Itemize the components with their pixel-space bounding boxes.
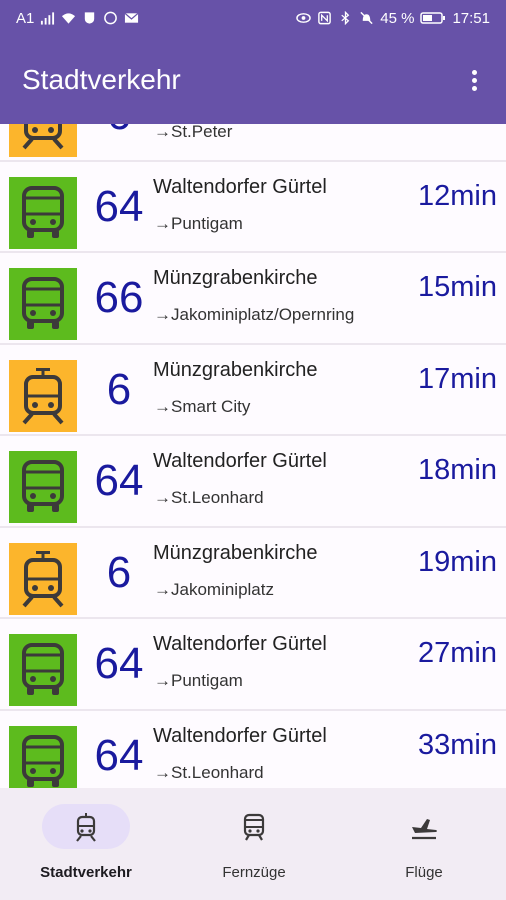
carrier-label: A1 — [16, 9, 35, 27]
eye-icon — [296, 13, 312, 23]
line-number: 6 — [106, 547, 132, 597]
departure-row[interactable]: 66 Münzgrabenkirche →Jakominiplatz/Opern… — [0, 253, 506, 345]
minutes-until-departure: 19min — [418, 545, 497, 578]
more-vert-icon[interactable] — [464, 65, 484, 95]
departure-row[interactable]: 6 Münzgrabenkirche →Jakominiplatz 19min — [0, 527, 506, 619]
battery-icon — [420, 12, 446, 24]
clock: 17:51 — [452, 9, 490, 27]
nav-item-fernzüge[interactable]: Fernzüge — [170, 788, 338, 900]
direction-label: →Puntigam — [154, 671, 243, 690]
nav-indicator — [380, 804, 468, 849]
line-number: 64 — [94, 456, 144, 505]
wifi-icon — [62, 13, 76, 24]
departure-row[interactable]: 6 Münzgrabenkirche →Smart City 17min — [0, 344, 506, 436]
tram-icon — [18, 124, 68, 150]
bus-icon — [18, 458, 68, 516]
direction-label: →Smart City — [154, 396, 251, 416]
battery-percent: 45 % — [380, 9, 415, 27]
nav-item-stadtverkehr[interactable]: Stadtverkehr — [2, 788, 170, 900]
bluetooth-icon — [341, 11, 350, 25]
destination-stop: Waltendorfer Gürtel — [153, 633, 327, 655]
page-title: Stadtverkehr — [22, 64, 181, 95]
train-icon — [242, 813, 266, 841]
destination-stop: Münzgrabenkirche — [153, 267, 318, 289]
nav-label: Stadtverkehr — [40, 864, 132, 881]
tram-badge — [9, 359, 77, 432]
destination-stop: Waltendorfer Gürtel — [153, 450, 327, 472]
mute-icon — [360, 11, 373, 25]
bottom-navigation: Stadtverkehr Fernzüge Flüge — [0, 788, 506, 900]
bus-icon — [18, 641, 68, 699]
nfc-icon — [318, 11, 332, 25]
tram-icon — [74, 812, 98, 842]
nav-indicator — [42, 804, 130, 849]
bus-badge — [9, 725, 77, 789]
departure-row[interactable]: 64 Waltendorfer Gürtel →Puntigam 12min — [0, 161, 506, 253]
line-number: 64 — [94, 639, 144, 688]
signal-icon — [41, 12, 55, 25]
tram-badge — [9, 542, 77, 615]
direction-label: →Jakominiplatz/Opernring — [154, 305, 355, 324]
minutes-until-departure: 27min — [418, 637, 497, 669]
line-number: 64 — [94, 730, 144, 780]
minutes-until-departure: 17min — [418, 362, 497, 395]
mail-icon — [124, 12, 139, 23]
shield-icon — [85, 12, 95, 24]
line-number: 64 — [94, 181, 144, 231]
direction-label: →St.Peter — [154, 124, 233, 141]
destination-stop: Münzgrabenkirche — [153, 541, 318, 564]
departure-row[interactable]: 64 Waltendorfer Gürtel →St.Leonhard 33mi… — [0, 710, 506, 789]
tram-icon — [18, 550, 68, 608]
departure-row[interactable]: 6 →St.Peter 16min — [0, 124, 506, 162]
minutes-until-departure: 12min — [418, 179, 497, 212]
departure-list[interactable]: 6 →St.Peter 16min 64 Waltendorfer Gürtel… — [0, 124, 506, 788]
direction-label: →St.Leonhard — [154, 488, 264, 507]
minutes-until-departure: 18min — [418, 454, 497, 486]
destination-stop: Waltendorfer Gürtel — [153, 175, 327, 198]
bus-badge — [9, 268, 77, 340]
minutes-until-departure: 33min — [418, 728, 497, 761]
destination-stop: Waltendorfer Gürtel — [153, 724, 327, 747]
bus-badge — [9, 634, 77, 706]
nav-item-flüge[interactable]: Flüge — [340, 788, 506, 900]
direction-label: →Puntigam — [154, 213, 243, 233]
app-bar: Stadtverkehr — [0, 36, 506, 124]
departure-row[interactable]: 64 Waltendorfer Gürtel →St.Leonhard 18mi… — [0, 436, 506, 528]
destination-stop: Münzgrabenkirche — [153, 358, 318, 381]
bus-icon — [18, 733, 68, 789]
flight-icon — [409, 814, 439, 840]
minutes-until-departure: 15min — [418, 271, 497, 303]
nav-label: Flüge — [405, 864, 443, 881]
direction-label: →Jakominiplatz — [154, 579, 274, 599]
bus-badge — [9, 451, 77, 523]
line-number: 6 — [86, 124, 152, 140]
nav-label: Fernzüge — [222, 864, 286, 881]
line-number: 66 — [94, 273, 144, 322]
nav-indicator — [210, 804, 298, 849]
bus-icon — [18, 184, 68, 242]
direction-label: →St.Leonhard — [154, 762, 264, 782]
whatsapp-icon — [104, 11, 118, 25]
line-number: 6 — [106, 364, 132, 414]
tram-badge — [9, 124, 77, 157]
departure-row[interactable]: 64 Waltendorfer Gürtel →Puntigam 27min — [0, 619, 506, 711]
bus-badge — [9, 176, 77, 249]
status-bar: A1 45 % 17:51 — [0, 0, 506, 36]
bus-icon — [18, 275, 68, 333]
tram-icon — [18, 367, 68, 425]
